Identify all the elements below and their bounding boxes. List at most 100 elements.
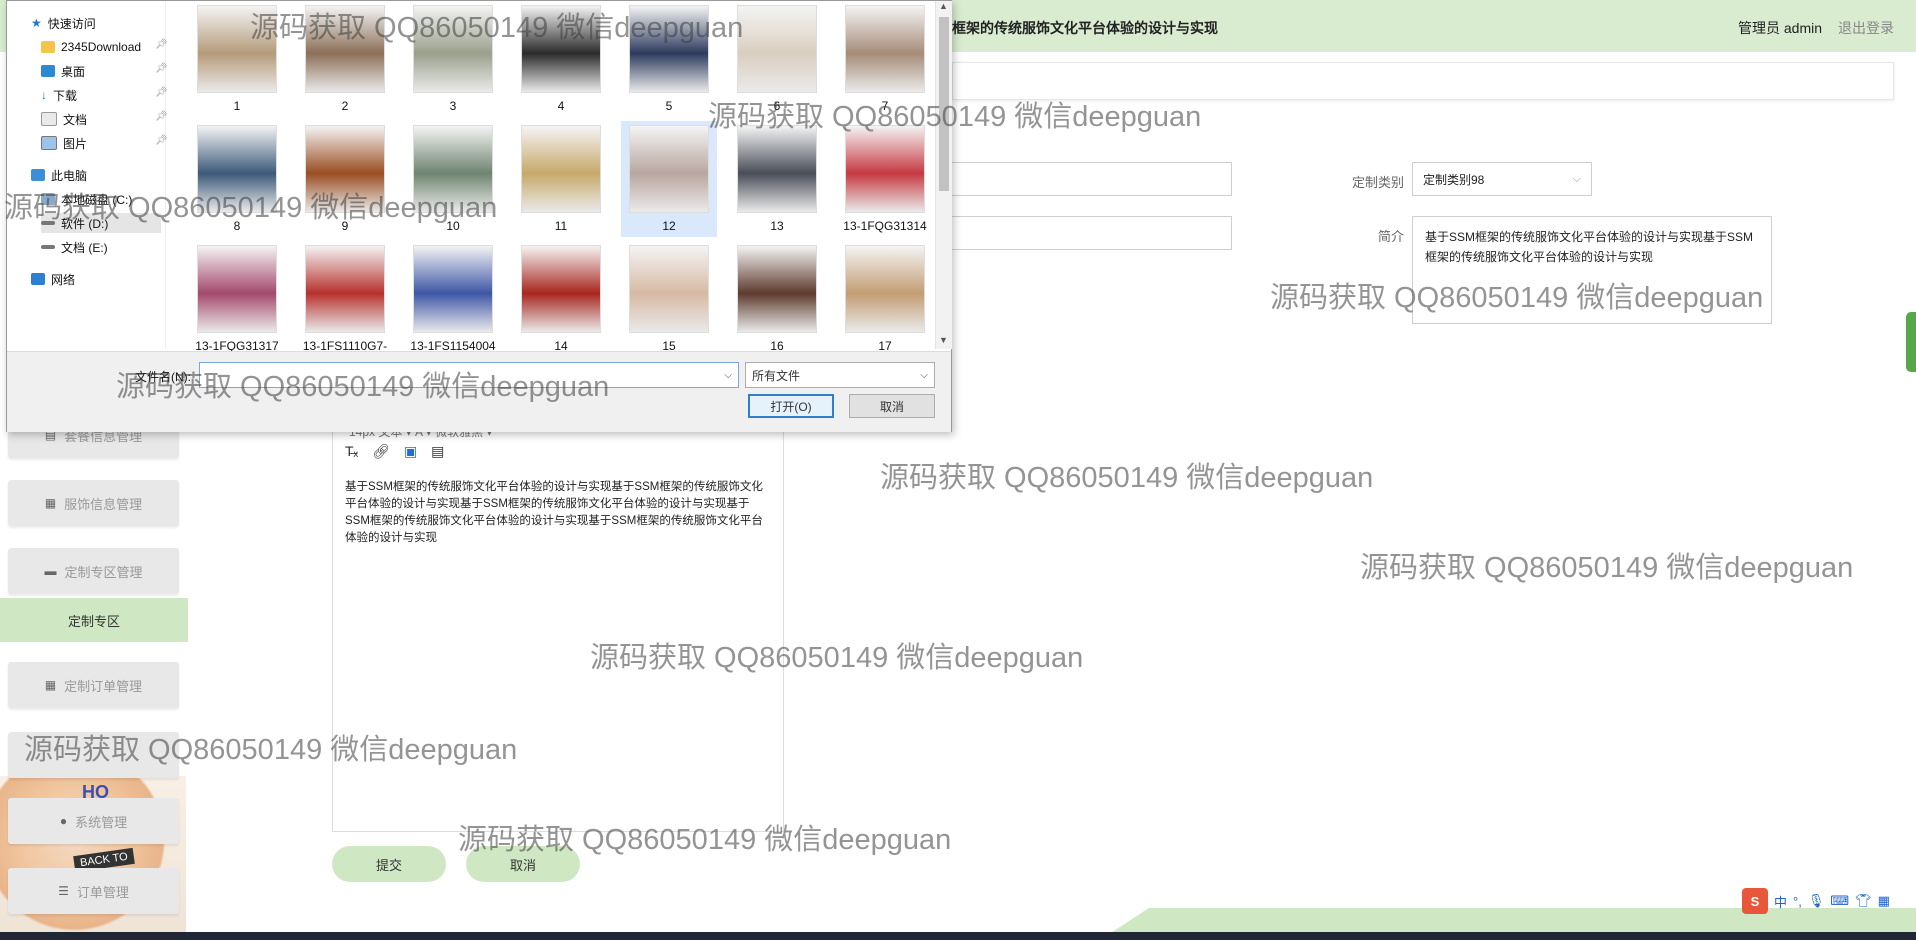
file-tile[interactable]: 2: [297, 1, 393, 117]
image-thumbnail: [737, 245, 817, 333]
file-tile[interactable]: 14: [513, 241, 609, 357]
filename-input[interactable]: ⌵: [199, 362, 739, 388]
page-title: 框架的传统服饰文化平台体验的设计与实现: [952, 20, 1218, 36]
sidebar-item-custom-zone-manage[interactable]: ▬ 定制专区管理: [8, 548, 179, 594]
sidebar-item-custom-zone[interactable]: 定制专区: [0, 598, 188, 642]
file-tile[interactable]: 13-1FS1110G7-: [297, 241, 393, 357]
file-tile[interactable]: 13-1FS1154004: [405, 241, 501, 357]
file-tile[interactable]: 5: [621, 1, 717, 117]
clear-format-icon[interactable]: T̶ₓ: [345, 443, 358, 460]
scroll-thumb[interactable]: [939, 17, 949, 191]
editor-content[interactable]: 基于SSM框架的传统服饰文化平台体验的设计与实现基于SSM框架的传统服饰文化平台…: [345, 479, 773, 547]
tools-icon[interactable]: ▦: [1878, 893, 1890, 909]
sidebar-item-label: 定制专区管理: [64, 564, 143, 580]
logout-link[interactable]: 退出登录: [1838, 18, 1894, 38]
video-icon[interactable]: ▤: [431, 443, 444, 460]
chevron-down-icon[interactable]: ⌵: [724, 370, 732, 381]
file-name: 12: [662, 219, 676, 233]
file-tile[interactable]: 13-1FQG31317: [189, 241, 285, 357]
navigation-pane: ★ 快速访问 2345Download 桌面 ↓ 下载 文档 图片 📌︎ 📌︎ …: [7, 1, 168, 349]
skin-icon[interactable]: 👕︎: [1855, 893, 1872, 909]
microphone-icon[interactable]: 🎙︎: [1808, 893, 1825, 909]
nav-drive-e[interactable]: 文档 (E:): [41, 237, 108, 257]
breadcrumb-bar: [952, 62, 1894, 100]
file-name: 5: [665, 99, 673, 113]
scroll-down-icon[interactable]: ▼: [939, 335, 948, 345]
side-handle[interactable]: [1906, 312, 1916, 372]
file-grid-scrollbar[interactable]: ▲ ▼: [935, 1, 952, 349]
category-label: 定制类别: [1351, 175, 1404, 190]
file-tile[interactable]: 7: [837, 1, 933, 117]
file-tile[interactable]: 9: [297, 121, 393, 237]
file-tile[interactable]: 13: [729, 121, 825, 237]
file-tile[interactable]: 1: [189, 1, 285, 117]
ime-language[interactable]: 中: [1774, 892, 1787, 911]
file-tile[interactable]: 13-1FQG31314: [837, 121, 933, 237]
scroll-up-icon[interactable]: ▲: [939, 1, 948, 11]
category-select[interactable]: 定制类别98 ⌵: [1412, 162, 1592, 196]
image-thumbnail: [845, 5, 925, 93]
nav-label: 文档 (E:): [61, 240, 108, 255]
image-thumbnail: [197, 125, 277, 213]
grid-icon: ▦: [44, 496, 57, 510]
file-tile[interactable]: 17: [837, 241, 933, 357]
nav-documents[interactable]: 文档: [41, 109, 87, 129]
keyboard-icon[interactable]: ⌨︎: [1830, 893, 1849, 909]
drive-icon: [41, 245, 55, 249]
image-icon[interactable]: ▣: [404, 443, 417, 460]
dialog-cancel-button[interactable]: 取消: [849, 394, 935, 418]
drive-icon: [41, 221, 55, 225]
file-name: 11: [554, 219, 568, 233]
image-thumbnail: [197, 5, 277, 93]
folder-icon: [41, 41, 55, 53]
nav-quick-access[interactable]: ★ 快速访问: [31, 13, 96, 33]
sidebar-item-label: 系统管理: [75, 814, 128, 830]
desktop-icon: [41, 65, 55, 77]
punctuation-icon[interactable]: °,: [1793, 894, 1802, 909]
nav-drive-d[interactable]: 软件 (D:): [41, 213, 161, 233]
image-thumbnail: [629, 5, 709, 93]
cancel-button[interactable]: 取消: [466, 846, 580, 882]
filetype-select[interactable]: 所有文件 ⌵: [745, 362, 935, 388]
nav-2345download[interactable]: 2345Download: [41, 37, 141, 57]
sidebar-item-custom-orders[interactable]: ▦ 定制订单管理: [8, 662, 179, 708]
nav-downloads[interactable]: ↓ 下载: [41, 85, 77, 105]
file-tile[interactable]: 4: [513, 1, 609, 117]
sidebar-item-orders[interactable]: ☰ 订单管理: [8, 868, 179, 914]
image-thumbnail: [521, 245, 601, 333]
intro-textarea[interactable]: 基于SSM框架的传统服饰文化平台体验的设计与实现基于SSM框架的传统服饰文化平台…: [1412, 216, 1772, 324]
file-grid: 1 2 3 4 5 6 7 8 9 10 11 12 13 13-1FQG31314 13-1FQG3131…: [183, 1, 935, 353]
file-tile[interactable]: 11: [513, 121, 609, 237]
open-button[interactable]: 打开(O): [748, 394, 834, 418]
nav-this-pc[interactable]: 此电脑: [31, 165, 87, 185]
text-input-2[interactable]: [950, 216, 1232, 250]
taskbar: [0, 932, 1916, 940]
nav-network[interactable]: 网络: [31, 269, 75, 289]
text-input-1[interactable]: [950, 162, 1232, 196]
nav-desktop[interactable]: 桌面: [41, 61, 85, 81]
list-icon: ☰: [58, 884, 69, 898]
sidebar-item-hidden[interactable]: [8, 732, 179, 778]
sidebar-item-clothing[interactable]: ▦ 服饰信息管理: [8, 480, 179, 526]
file-tile[interactable]: 16: [729, 241, 825, 357]
file-tile[interactable]: 12: [621, 121, 717, 237]
nav-label: 快速访问: [47, 16, 96, 31]
nav-label: 桌面: [61, 64, 86, 79]
file-tile[interactable]: 8: [189, 121, 285, 237]
nav-drive-c[interactable]: 本地磁盘 (C:): [41, 189, 132, 209]
link-icon[interactable]: 🔗︎: [372, 443, 390, 460]
grid-icon: ▦: [44, 678, 57, 692]
nav-pictures[interactable]: 图片: [41, 133, 87, 153]
file-tile[interactable]: 3: [405, 1, 501, 117]
sidebar-item-system[interactable]: ● 系统管理: [8, 798, 179, 844]
sidebar-item-label: 服饰信息管理: [64, 496, 143, 512]
submit-button[interactable]: 提交: [332, 846, 446, 882]
rich-text-editor[interactable]: 14px 文本 ▾ A ▾ 微软雅黑 ▾ T̶ₓ 🔗︎ ▣ ▤ 基于SSM框架的…: [332, 420, 784, 832]
file-tile[interactable]: 15: [621, 241, 717, 357]
file-tile[interactable]: 6: [729, 1, 825, 117]
pin-icon: 📌︎: [155, 87, 168, 98]
file-tile[interactable]: 10: [405, 121, 501, 237]
file-name: 13: [770, 219, 784, 233]
ime-toolbar[interactable]: S 中 °, 🎙︎ ⌨︎ 👕︎ ▦: [1742, 888, 1890, 914]
nav-label: 网络: [51, 272, 76, 287]
